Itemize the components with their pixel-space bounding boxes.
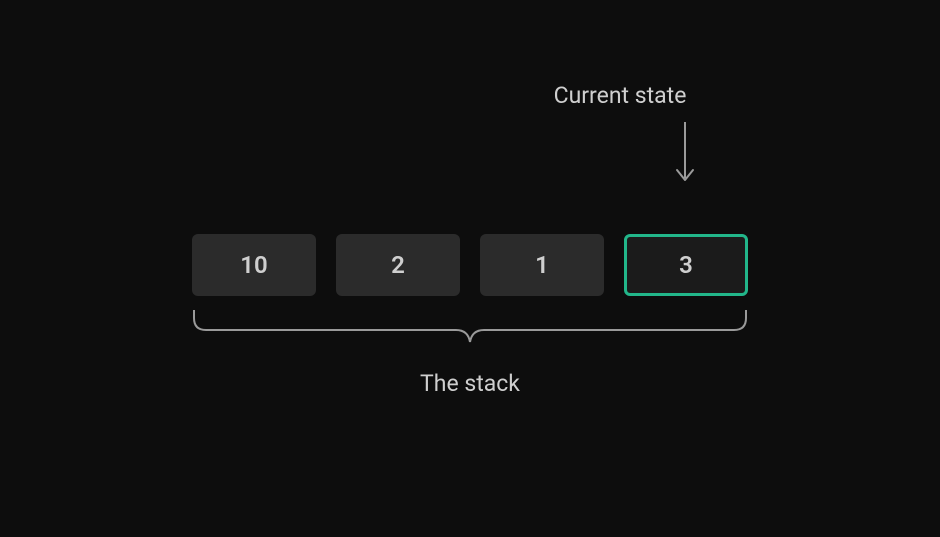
stack-cell-value: 1 xyxy=(535,251,549,279)
diagram-canvas: Current state 10 2 1 3 The stack xyxy=(0,0,940,537)
stack-cell: 1 xyxy=(480,234,604,296)
current-state-label: Current state xyxy=(554,82,687,109)
stack-cell: 10 xyxy=(192,234,316,296)
stack-cell-value: 3 xyxy=(679,251,693,279)
stack-cell-current: 3 xyxy=(624,234,748,296)
arrow-down-icon xyxy=(684,122,686,186)
stack-cell: 2 xyxy=(336,234,460,296)
curly-brace-icon xyxy=(192,310,748,346)
stack-row: 10 2 1 3 xyxy=(192,234,748,296)
stack-cell-value: 10 xyxy=(240,251,267,279)
stack-cell-value: 2 xyxy=(391,251,405,279)
stack-label: The stack xyxy=(420,370,520,397)
